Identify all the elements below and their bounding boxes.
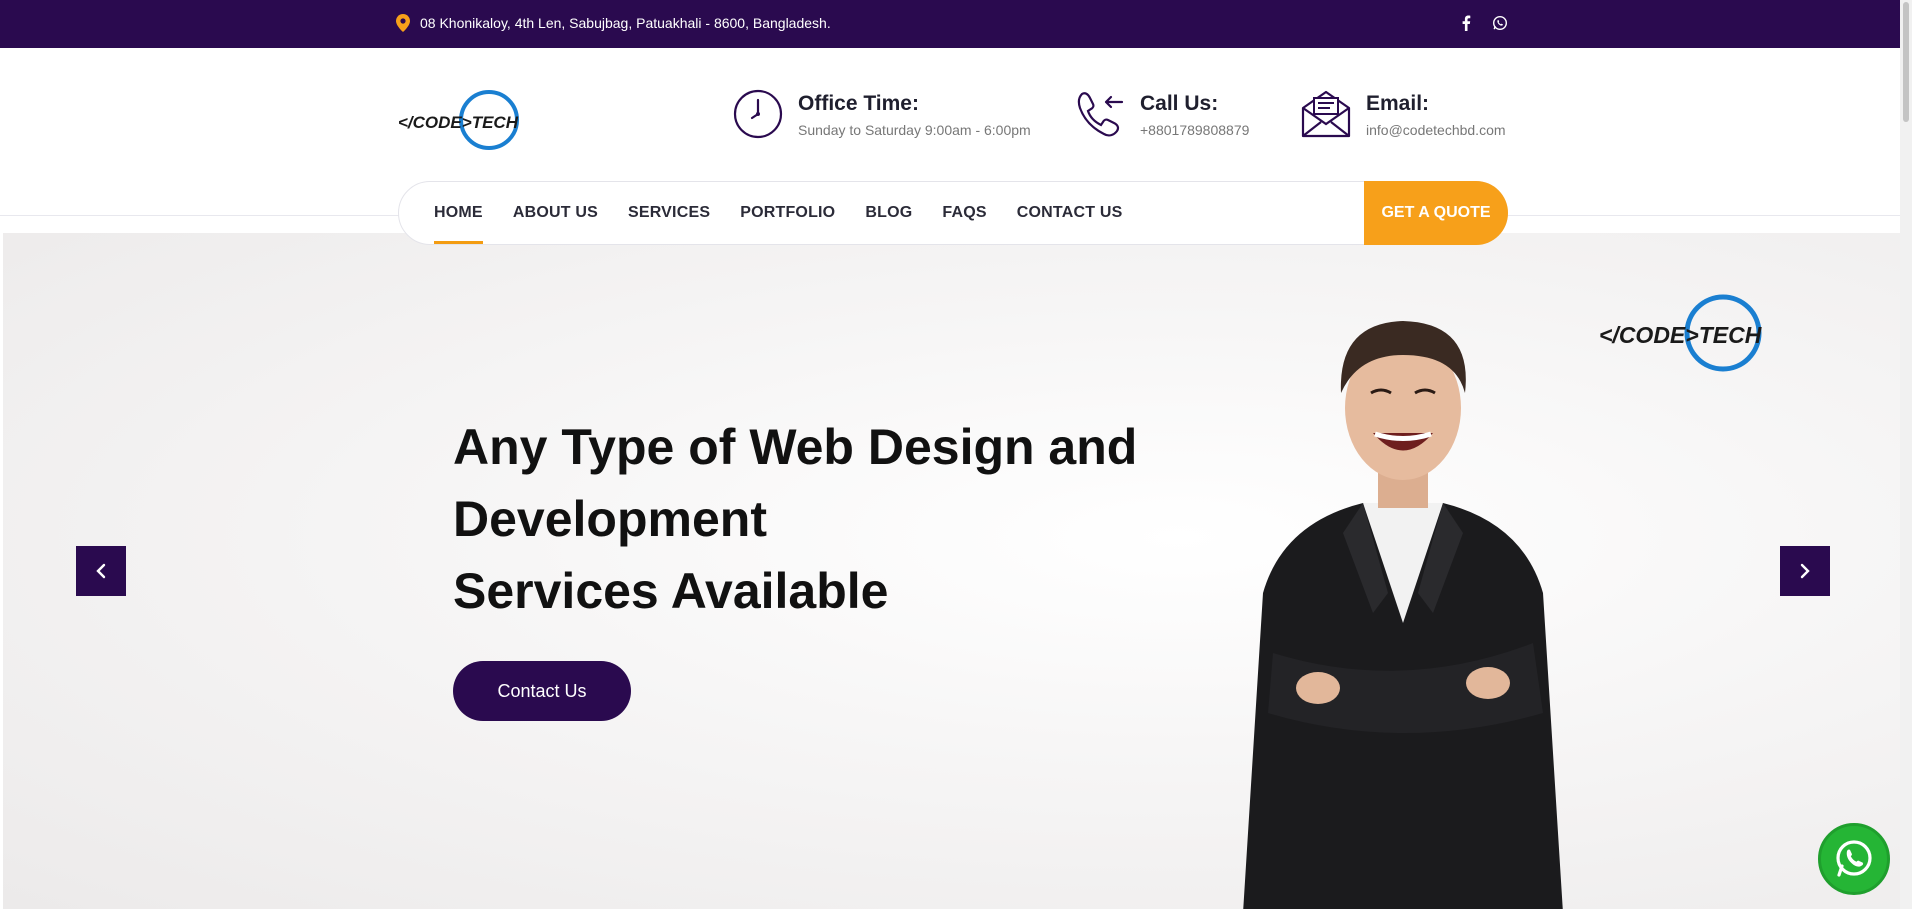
email-title: Email: — [1366, 92, 1430, 115]
nav-item-contact-us[interactable]: CONTACT US — [1017, 182, 1123, 244]
top-bar: 08 Khonikaloy, 4th Len, Sabujbag, Patuak… — [0, 0, 1912, 48]
nav-item-home[interactable]: HOME — [434, 182, 483, 244]
chevron-left-icon — [96, 563, 106, 579]
call-value[interactable]: +8801789808879 — [1140, 122, 1249, 138]
nav-item-blog[interactable]: BLOG — [865, 182, 912, 244]
whatsapp-icon — [1836, 840, 1872, 877]
email-value[interactable]: info@codetechbd.com — [1366, 122, 1506, 138]
page-scrollbar[interactable] — [1900, 0, 1912, 909]
nav-item-services[interactable]: SERVICES — [628, 182, 710, 244]
scrollbar-thumb[interactable] — [1903, 2, 1909, 122]
phone-icon — [1077, 92, 1124, 137]
office-time-value: Sunday to Saturday 9:00am - 6:00pm — [798, 122, 1031, 138]
slider-prev-button[interactable] — [76, 546, 126, 596]
whatsapp-chat-button[interactable] — [1818, 823, 1890, 895]
nav-item-portfolio[interactable]: PORTFOLIO — [740, 182, 835, 244]
nav-item-faqs[interactable]: FAQS — [942, 182, 986, 244]
logo-text: </CODE>TECH — [398, 113, 519, 132]
facebook-icon[interactable] — [1456, 12, 1476, 34]
main-nav: HOME ABOUT US SERVICES PORTFOLIO BLOG FA… — [398, 181, 1508, 245]
email-block: Email: info@codetechbd.com — [1300, 88, 1506, 140]
chevron-right-icon — [1800, 563, 1810, 579]
slider-next-button[interactable] — [1780, 546, 1830, 596]
get-a-quote-button[interactable]: GET A QUOTE — [1364, 181, 1508, 245]
clock-icon — [733, 89, 783, 139]
hero-logo: </CODE>TECH — [1599, 294, 1762, 372]
nav-menu: HOME ABOUT US SERVICES PORTFOLIO BLOG FA… — [434, 182, 1122, 244]
hero-slider: </CODE>TECH Any Type of Web Design and D… — [3, 233, 1900, 909]
envelope-icon — [1301, 90, 1351, 138]
address-text: 08 Khonikaloy, 4th Len, Sabujbag, Patuak… — [420, 15, 831, 31]
nav-item-about-us[interactable]: ABOUT US — [513, 182, 598, 244]
office-time-block: Office Time: Sunday to Saturday 9:00am -… — [732, 88, 1031, 140]
call-title: Call Us: — [1140, 92, 1219, 115]
address-info: 08 Khonikaloy, 4th Len, Sabujbag, Patuak… — [396, 14, 831, 32]
whatsapp-icon[interactable] — [1490, 12, 1510, 34]
office-time-title: Office Time: — [798, 92, 919, 115]
hero-headline-line2: Services Available — [453, 563, 889, 619]
social-links — [1456, 12, 1510, 34]
location-pin-icon — [396, 14, 410, 32]
call-block: Call Us: +8801789808879 — [1074, 88, 1249, 140]
hero-logo-text: </CODE>TECH — [1599, 322, 1762, 348]
site-logo[interactable]: </CODE>TECH — [396, 88, 526, 152]
hero-headline: Any Type of Web Design and Development S… — [453, 411, 1453, 627]
hero-headline-line1: Any Type of Web Design and Development — [453, 419, 1138, 547]
contact-us-button[interactable]: Contact Us — [453, 661, 631, 721]
